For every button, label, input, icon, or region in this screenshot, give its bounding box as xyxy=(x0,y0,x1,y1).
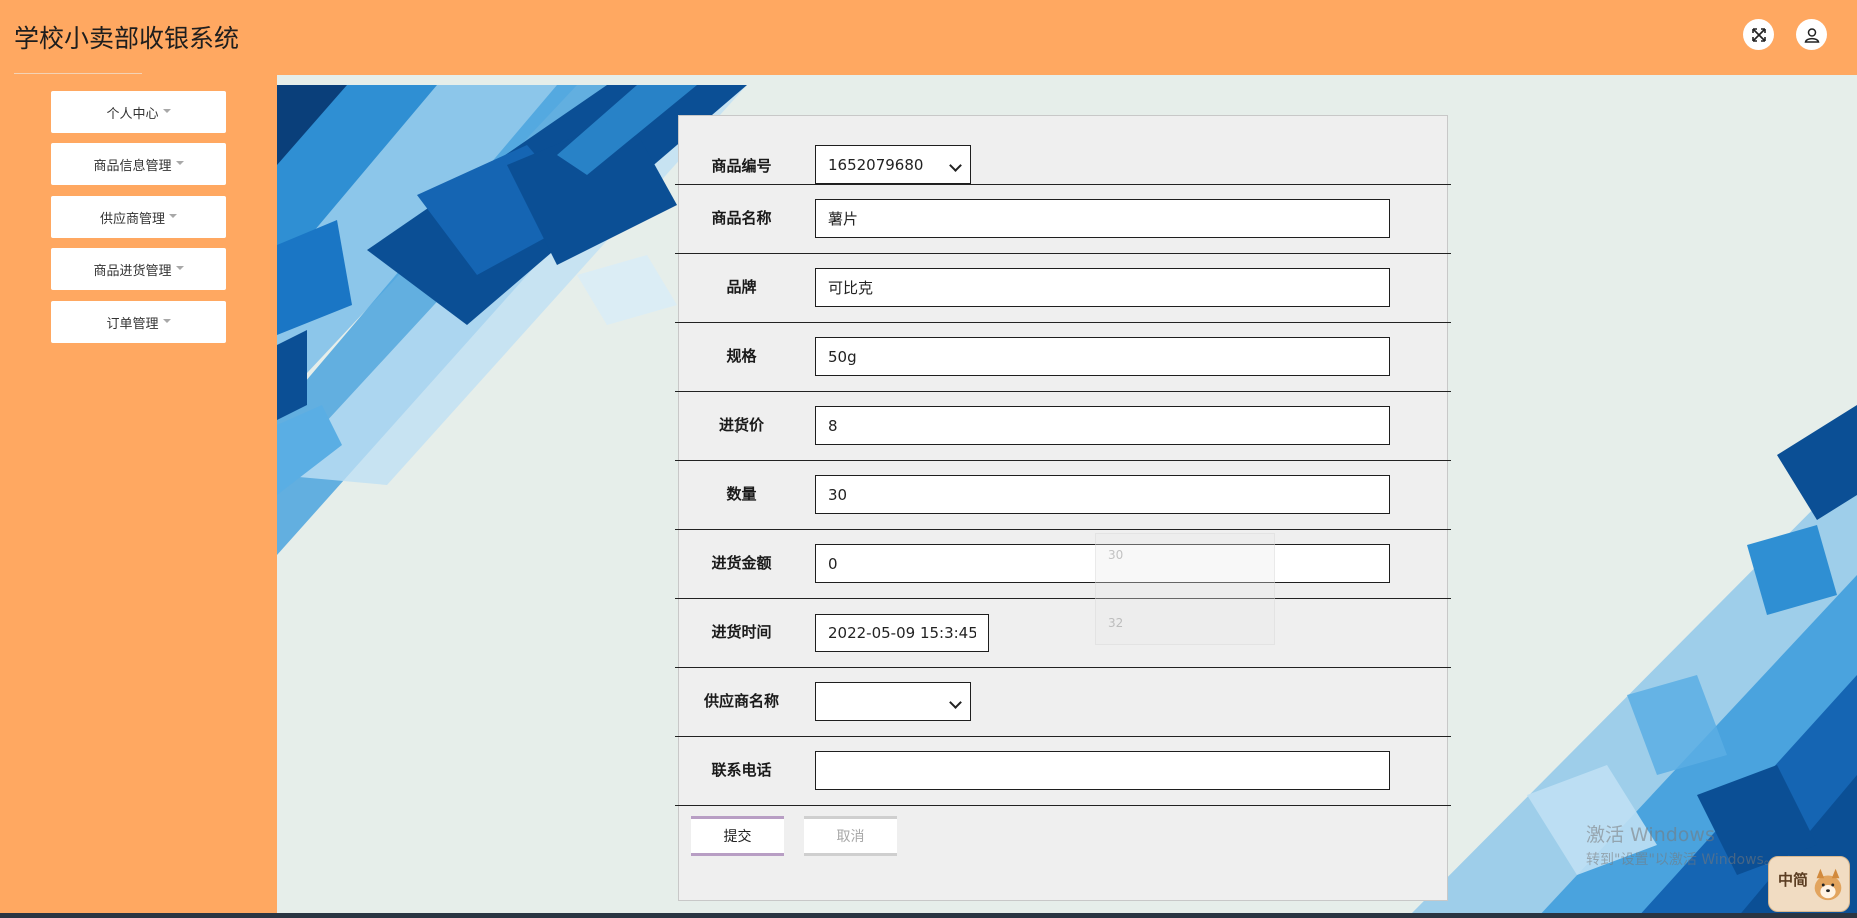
main-content: 商品编号 1652079680 商品名称 品牌 规格 进货价 xyxy=(277,75,1857,918)
dog-mascot-icon xyxy=(1814,868,1842,901)
product-code-select[interactable]: 1652079680 xyxy=(815,145,971,184)
sidebar-item-label: 商品信息管理 xyxy=(93,158,172,174)
watermark-title: 激活 Windows xyxy=(1586,824,1715,846)
product-name-input[interactable] xyxy=(815,199,1390,238)
form-label: 联系电话 xyxy=(711,761,772,779)
sidebar-item-label: 订单管理 xyxy=(106,316,159,332)
user-menu-button[interactable] xyxy=(1796,19,1827,50)
sidebar-item-orders[interactable]: 订单管理 xyxy=(51,301,226,343)
windows-activation-watermark: 激活 Windows 转到"设置"以激活 Windows。 xyxy=(1586,820,1778,869)
purchase-price-input[interactable] xyxy=(815,406,1390,445)
watermark-subtitle: 转到"设置"以激活 Windows。 xyxy=(1586,852,1778,868)
sidebar-item-purchase[interactable]: 商品进货管理 xyxy=(51,248,226,290)
caret-down-icon xyxy=(175,265,184,270)
form-label: 供应商名称 xyxy=(703,692,779,710)
sidebar-item-personal-center[interactable]: 个人中心 xyxy=(51,91,226,133)
taskbar-edge xyxy=(0,913,1857,918)
purchase-time-input[interactable] xyxy=(815,614,989,652)
autocomplete-option[interactable]: 32 xyxy=(1108,616,1123,630)
sidebar-item-label: 供应商管理 xyxy=(99,211,165,227)
form-row-contact-phone: 联系电话 xyxy=(675,737,1451,806)
text-cursor-icon: I xyxy=(735,421,740,437)
form-label: 商品编号 xyxy=(711,157,772,175)
caret-down-icon xyxy=(169,213,177,218)
form-row-purchase-time: 进货时间 xyxy=(675,599,1451,668)
ime-indicator[interactable]: 中简 xyxy=(1768,856,1850,912)
quantity-input[interactable] xyxy=(815,475,1390,514)
fullscreen-button[interactable] xyxy=(1743,19,1774,50)
form-label: 进货价 xyxy=(718,416,764,434)
form-row-supplier-name: 供应商名称 xyxy=(675,668,1451,737)
art-shape xyxy=(277,330,307,420)
autocomplete-dropdown[interactable]: 30 32 xyxy=(1095,533,1275,645)
form-label: 进货金额 xyxy=(711,554,772,572)
submit-button[interactable]: 提交 xyxy=(691,816,784,856)
sidebar-item-label: 商品进货管理 xyxy=(93,263,172,279)
form-label: 数量 xyxy=(726,485,757,503)
form-label: 规格 xyxy=(726,347,757,365)
chevron-down-icon xyxy=(949,159,962,172)
form-label: 进货时间 xyxy=(711,623,772,641)
sidebar-item-product-info[interactable]: 商品信息管理 xyxy=(51,143,226,185)
title-underline xyxy=(14,73,142,74)
form-row-brand: 品牌 xyxy=(675,254,1451,323)
expand-icon xyxy=(1751,27,1766,42)
app-title: 学校小卖部收银系统 xyxy=(14,24,240,53)
caret-down-icon xyxy=(162,108,171,113)
ime-label: 中简 xyxy=(1778,871,1809,889)
spec-input[interactable] xyxy=(815,337,1390,376)
sidebar-item-supplier[interactable]: 供应商管理 xyxy=(51,196,226,238)
app-window: 学校小卖部收银系统 个人中心 商品信息管理 供应商管理 商品进货管理 订单管理 … xyxy=(0,0,1857,918)
form-row-purchase-amount: 进货金额 xyxy=(675,530,1451,599)
cancel-button[interactable]: 取消 xyxy=(804,816,897,856)
form-row-quantity: 数量 xyxy=(675,461,1451,530)
purchase-form: 商品编号 1652079680 商品名称 品牌 规格 进货价 xyxy=(675,115,1451,901)
sidebar-item-label: 个人中心 xyxy=(106,106,159,122)
brand-input[interactable] xyxy=(815,268,1390,307)
caret-down-icon xyxy=(162,318,171,323)
header-bar: 学校小卖部收银系统 xyxy=(0,0,1833,75)
caret-down-icon xyxy=(175,160,184,165)
form-label: 商品名称 xyxy=(711,209,772,227)
form-row-spec: 规格 xyxy=(675,323,1451,392)
form-row-product-code: 商品编号 1652079680 xyxy=(675,116,1451,185)
supplier-name-select[interactable] xyxy=(815,682,971,721)
sidebar: 个人中心 商品信息管理 供应商管理 商品进货管理 订单管理 xyxy=(0,75,277,918)
select-value: 1652079680 xyxy=(828,155,924,174)
form-label: 品牌 xyxy=(726,278,757,296)
art-shape xyxy=(577,255,677,325)
form-row-purchase-price: 进货价 xyxy=(675,392,1451,461)
contact-phone-input[interactable] xyxy=(815,751,1390,790)
user-icon xyxy=(1804,27,1819,43)
chevron-down-icon xyxy=(949,696,962,709)
autocomplete-option[interactable]: 30 xyxy=(1108,548,1123,562)
form-row-product-name: 商品名称 xyxy=(675,185,1451,254)
